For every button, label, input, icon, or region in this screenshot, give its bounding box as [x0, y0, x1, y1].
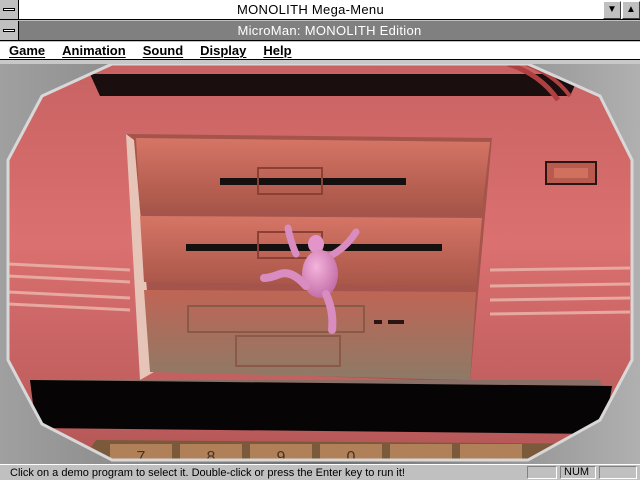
menu-animation[interactable]: Animation — [53, 43, 134, 58]
status-indicator-1 — [527, 466, 557, 479]
menu-game[interactable]: Game — [0, 43, 53, 58]
menu-bar: Game Animation Sound Display Help — [0, 42, 640, 60]
outer-system-menu-button[interactable] — [0, 0, 19, 19]
floppy-slot-1 — [220, 178, 406, 185]
figure-torso — [302, 250, 338, 298]
menu-help[interactable]: Help — [254, 43, 299, 58]
outer-maximize-button[interactable]: ▲ — [622, 0, 640, 19]
case-bottom-slot — [30, 380, 612, 434]
triangle-down-icon: ▼ — [607, 4, 617, 15]
triangle-up-icon: ▲ — [626, 4, 636, 15]
micro-man-scene: 7 8 9 0 — [0, 60, 640, 464]
frame-top-edge — [0, 60, 640, 64]
animation-viewport[interactable]: 7 8 9 0 — [0, 60, 640, 464]
outer-window-title: MONOLITH Mega-Menu — [237, 2, 384, 17]
outer-title-bar: MONOLITH Mega-Menu ▼ ▲ — [0, 0, 640, 20]
case-top-slot — [90, 74, 580, 96]
drive-light — [374, 320, 382, 324]
drive-light — [388, 320, 404, 324]
status-bar: Click on a demo program to select it. Do… — [0, 464, 640, 480]
power-indicator-light — [554, 168, 588, 178]
status-indicator-num: NUM — [560, 466, 596, 479]
floppy-drive-1 — [136, 138, 490, 210]
inner-title-bar: MicroMan: MONOLITH Edition — [0, 21, 640, 41]
menu-display[interactable]: Display — [191, 43, 254, 58]
menu-sound[interactable]: Sound — [134, 43, 191, 58]
outer-minimize-button[interactable]: ▼ — [603, 0, 621, 19]
inner-window-title: MicroMan: MONOLITH Edition — [237, 23, 422, 38]
inner-system-menu-button[interactable] — [0, 21, 19, 40]
status-message: Click on a demo program to select it. Do… — [10, 466, 405, 479]
status-indicator-3 — [599, 466, 637, 479]
